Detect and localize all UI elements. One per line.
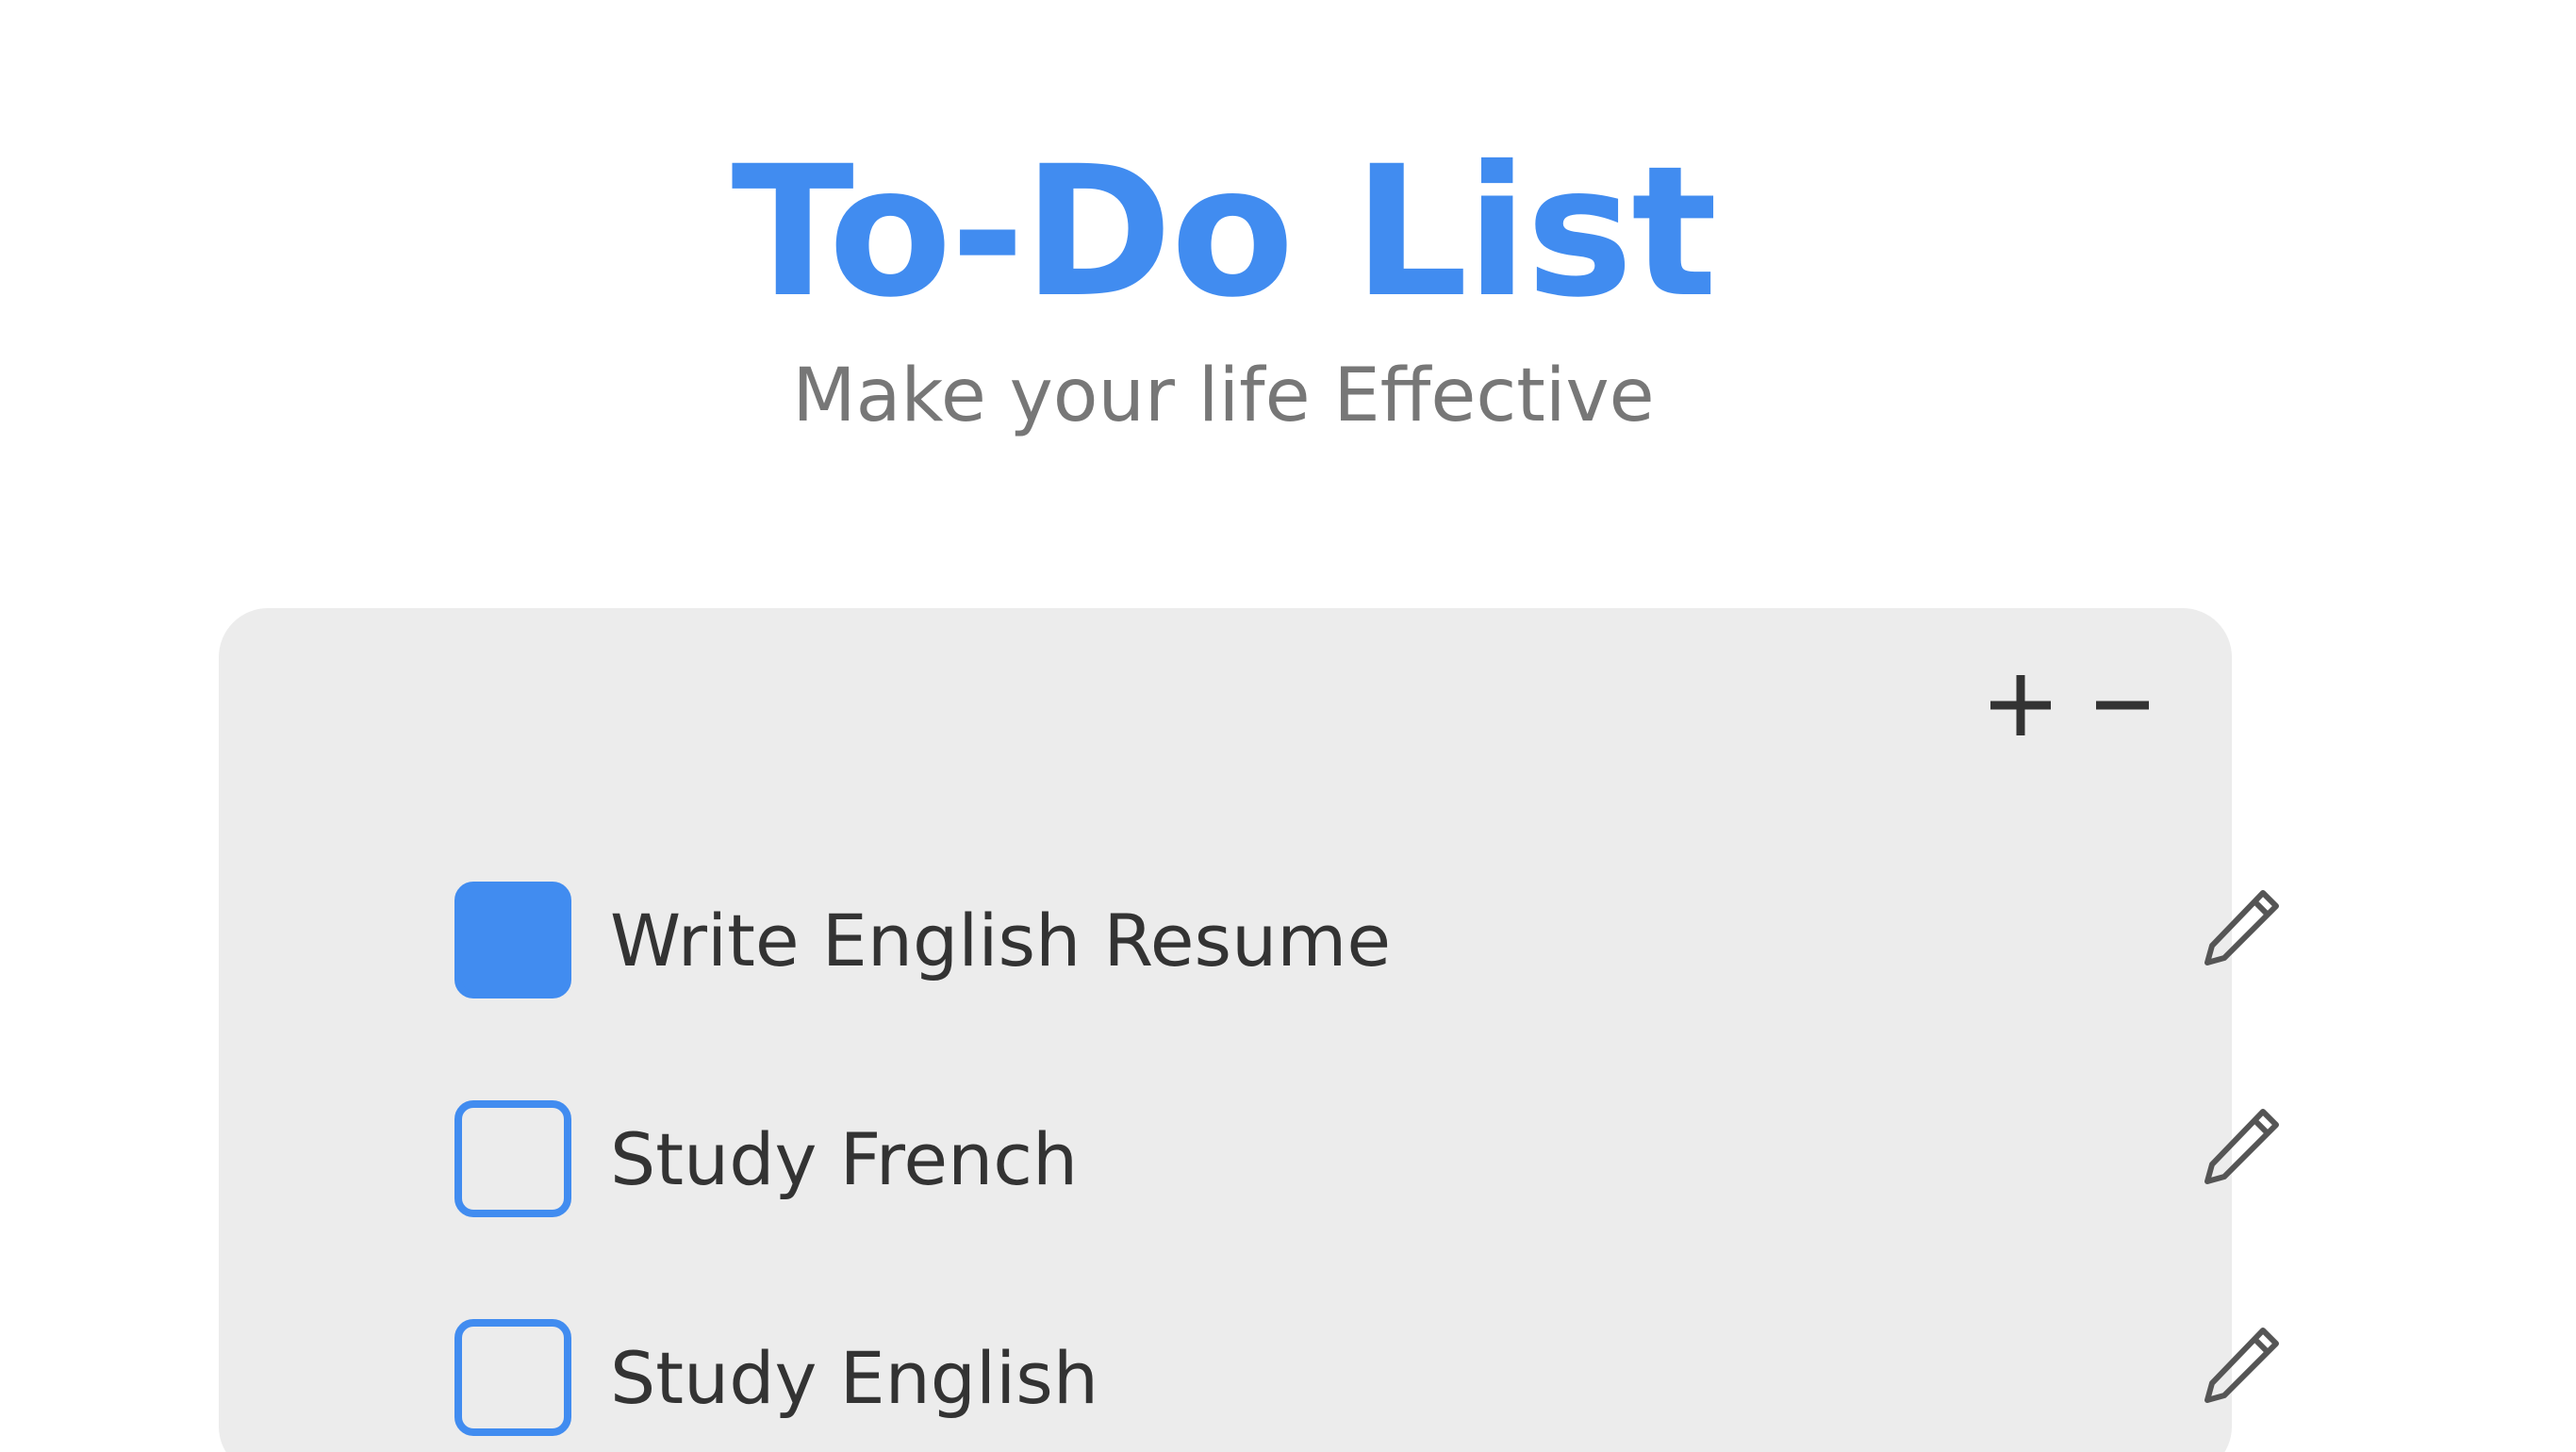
remove-todo-button[interactable] <box>2080 663 2165 748</box>
todo-label: Study French <box>610 1117 1079 1201</box>
edit-todo-button[interactable] <box>2194 882 2288 976</box>
todo-checkbox[interactable] <box>454 1319 571 1436</box>
todo-checkbox[interactable] <box>454 882 571 998</box>
pencil-icon <box>2204 1328 2279 1403</box>
pencil-icon <box>2204 1109 2279 1184</box>
todo-item: Study English <box>454 1317 2279 1440</box>
minus-icon <box>2096 701 2149 710</box>
todo-panel: Write English Resume Study French Study … <box>219 608 2279 1452</box>
todo-label: Study English <box>610 1336 1099 1420</box>
page-title: To-Do List <box>731 128 1718 338</box>
todo-label: Write English Resume <box>610 899 1392 982</box>
todo-item: Write English Resume <box>454 880 2279 1002</box>
add-todo-button[interactable] <box>1978 663 2063 748</box>
edit-todo-button[interactable] <box>2194 1319 2288 1413</box>
edit-todo-button[interactable] <box>2194 1100 2288 1195</box>
todo-item: Study French <box>454 1098 2279 1221</box>
plus-icon <box>1990 675 2051 735</box>
page-subtitle: Make your life Effective <box>792 354 1655 438</box>
pencil-icon <box>2204 890 2279 965</box>
todo-checkbox[interactable] <box>454 1100 571 1217</box>
